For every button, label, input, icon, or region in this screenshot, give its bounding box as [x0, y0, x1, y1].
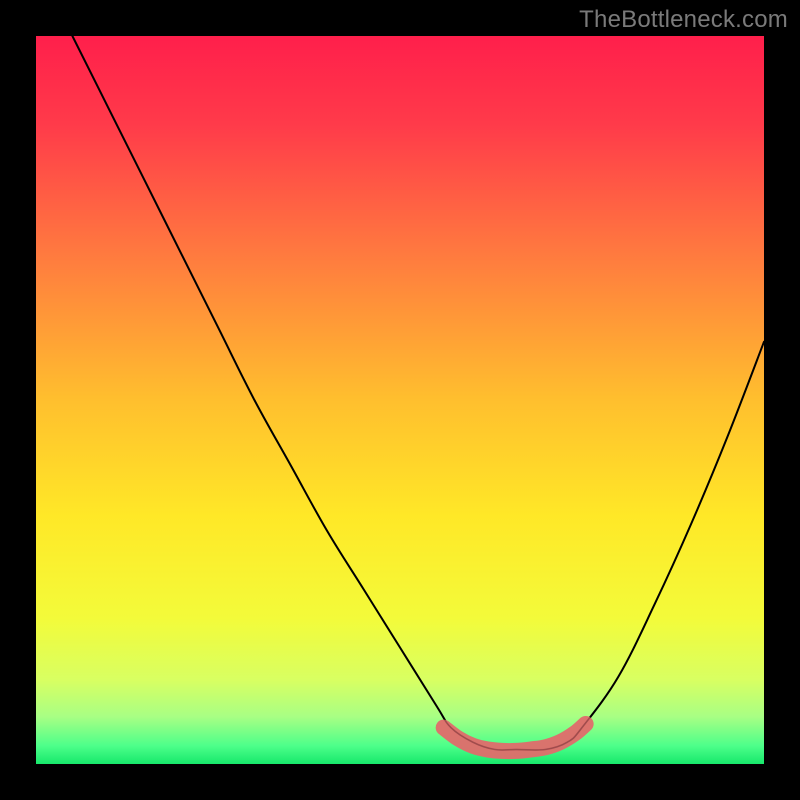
bottleneck-chart: [36, 36, 764, 764]
chart-frame: TheBottleneck.com: [0, 0, 800, 800]
gradient-background: [36, 36, 764, 764]
watermark-text: TheBottleneck.com: [579, 6, 788, 34]
plot-area: [36, 36, 764, 764]
